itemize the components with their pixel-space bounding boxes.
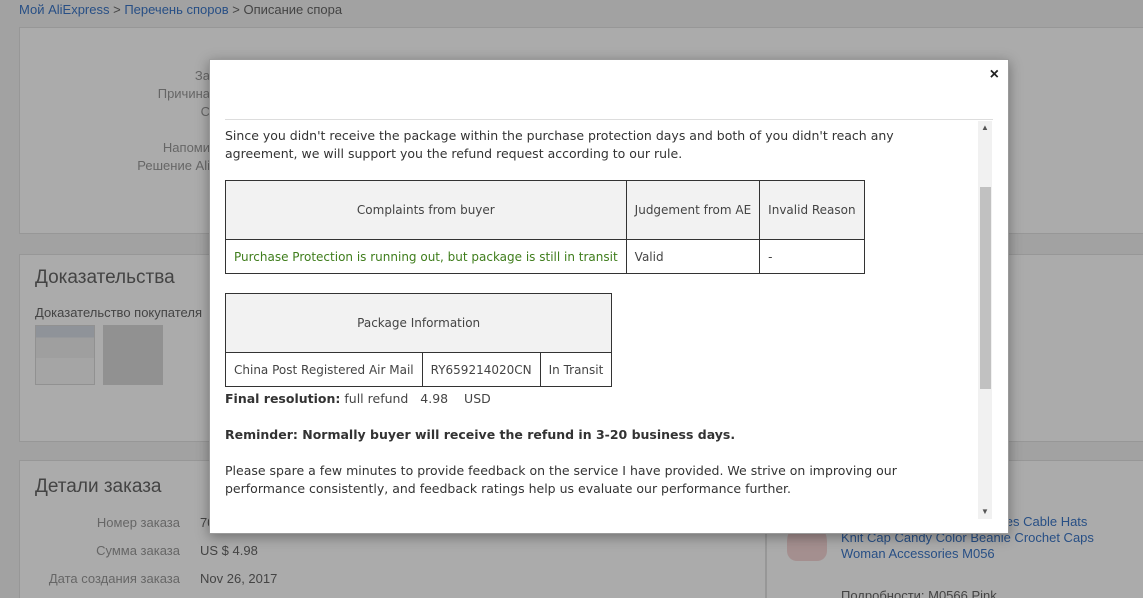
table-cell: Valid <box>625 239 761 274</box>
table-cell: Purchase Protection is running out, but … <box>225 239 627 274</box>
table-header-cell: Package Information <box>225 293 613 353</box>
table-header-cell: Judgement from AE <box>625 180 761 240</box>
scrollbar-thumb[interactable] <box>980 187 991 389</box>
table-cell: In Transit <box>539 352 613 387</box>
package-info-table: Package Information China Post Registere… <box>225 293 613 387</box>
feedback-request-text: Please spare a few minutes to provide fe… <box>225 463 897 496</box>
close-icon[interactable]: × <box>990 66 999 84</box>
modal-scrollbar[interactable]: ▲ ▼ <box>978 121 992 519</box>
final-resolution-type: full refund <box>344 391 409 406</box>
refund-reminder: Reminder: Normally buyer will receive th… <box>225 427 736 442</box>
modal-divider <box>225 119 993 120</box>
table-header-row: Package Information <box>225 293 613 353</box>
scroll-down-icon[interactable]: ▼ <box>978 505 992 519</box>
page: Мой AliExpress > Перечень споров > Описа… <box>0 0 1143 598</box>
table-header-row: Complaints from buyer Judgement from AE … <box>225 180 865 240</box>
table-cell: China Post Registered Air Mail <box>225 352 423 387</box>
table-header-cell: Invalid Reason <box>759 180 865 240</box>
table-header-cell: Complaints from buyer <box>225 180 627 240</box>
table-cell: RY659214020CN <box>421 352 541 387</box>
resolution-intro-text: Since you didn't receive the package wit… <box>225 128 894 161</box>
table-cell: - <box>759 239 865 274</box>
final-resolution-label: Final resolution: <box>225 391 341 406</box>
table-row: Purchase Protection is running out, but … <box>225 239 865 274</box>
final-resolution: Final resolution: full refund 4.98 USD <box>225 390 977 408</box>
modal-scroll-content[interactable]: Since you didn't receive the package wit… <box>225 122 977 517</box>
final-resolution-amount: 4.98 <box>420 391 449 406</box>
scroll-up-icon[interactable]: ▲ <box>978 121 992 135</box>
dispute-resolution-modal: × Since you didn't receive the package w… <box>209 59 1009 534</box>
complaints-table: Complaints from buyer Judgement from AE … <box>225 180 865 274</box>
final-resolution-currency: USD <box>464 391 491 406</box>
table-row: China Post Registered Air Mail RY6592140… <box>225 352 613 387</box>
